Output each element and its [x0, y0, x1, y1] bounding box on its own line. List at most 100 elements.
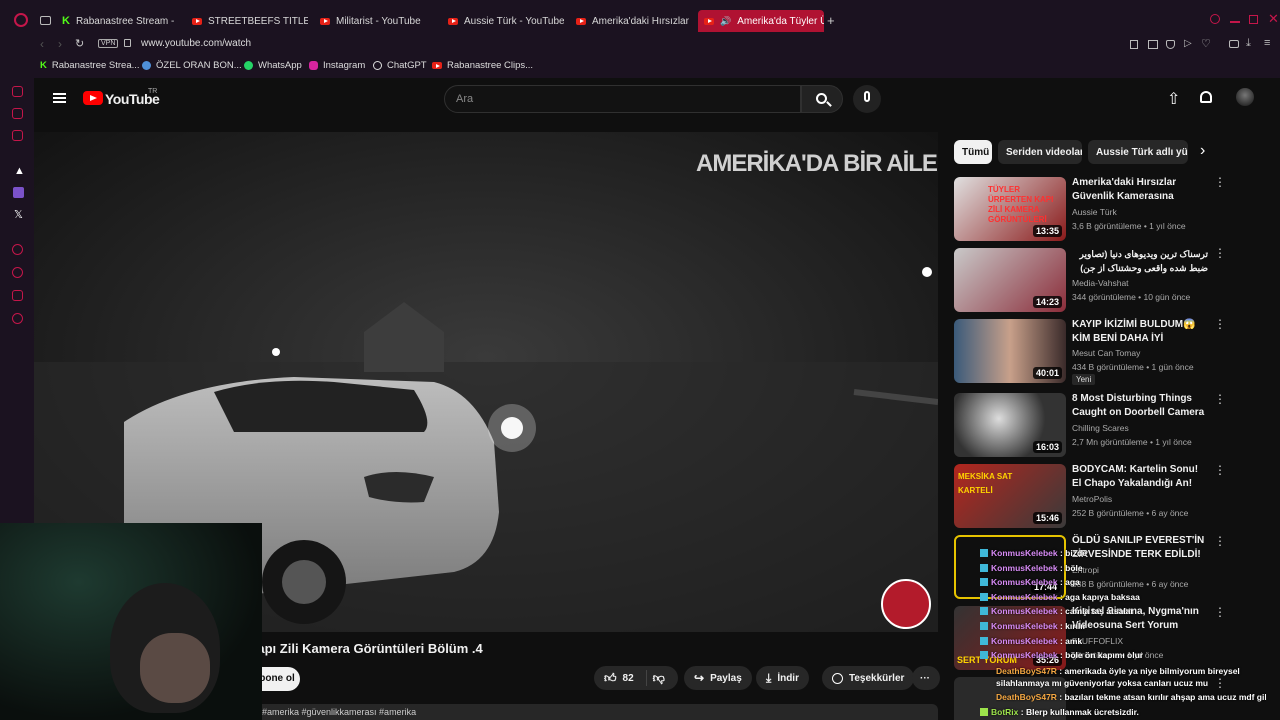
avatar[interactable]: [1236, 88, 1254, 106]
rec-channel[interactable]: Chilling Scares: [1072, 423, 1129, 433]
tab-2[interactable]: STREETBEEFS TITLE MA: [192, 10, 308, 32]
play-icon[interactable]: ▷: [1184, 38, 1192, 49]
tab-1[interactable]: K Rabanastree Stream - We: [62, 10, 176, 32]
more-actions-button[interactable]: ···: [912, 666, 940, 690]
twitch-icon[interactable]: [13, 187, 24, 198]
youtube-logo-icon[interactable]: [83, 91, 103, 105]
kick-icon: K: [40, 60, 47, 71]
chip-series[interactable]: Seriden videolar: [998, 140, 1082, 164]
more-vert-icon[interactable]: ⋮: [1214, 247, 1226, 259]
chevron-right-icon[interactable]: ›: [1200, 142, 1205, 160]
rec-channel[interactable]: Aussie Türk: [1072, 207, 1117, 217]
thumbs-up-icon[interactable]: 👍︎: [604, 671, 617, 686]
rec-channel[interactable]: Mesut Can Tomay: [1072, 348, 1140, 358]
rec-title[interactable]: 8 Most Disturbing Things Caught on Doorb…: [1072, 392, 1208, 420]
maximize-icon[interactable]: [1249, 15, 1258, 24]
chip-uploads[interactable]: Aussie Türk adlı yükle: [1088, 140, 1188, 164]
thanks-label: Teşekkürler: [849, 672, 905, 684]
bookmark-rabanastree-stream[interactable]: K Rabanastree Strea...: [40, 60, 140, 71]
rec-thumbnail[interactable]: 40:01: [954, 319, 1066, 383]
tab-overview-icon[interactable]: [40, 16, 51, 25]
like-count[interactable]: 82: [623, 673, 634, 684]
player-icon[interactable]: [12, 244, 23, 255]
menu-icon[interactable]: ≡: [1264, 37, 1270, 49]
back-icon[interactable]: ‹: [40, 37, 44, 51]
voice-search-button[interactable]: [853, 85, 881, 113]
snapshot-icon[interactable]: [1148, 40, 1158, 49]
more-vert-icon[interactable]: ⋮: [1214, 535, 1226, 547]
thumb-text: MEKSİKA SAT KARTELİ: [958, 472, 1013, 495]
rec-thumbnail[interactable]: TÜYLER ÜRPERTEN KAPI ZİLİ KAMERA GÖRÜNTÜ…: [954, 177, 1066, 241]
description-box[interactable]: #amerika #güvenlikkamerası #amerika: [248, 704, 938, 720]
youtube-header: YouTube TR Ara ⇧: [34, 78, 1280, 120]
upload-icon[interactable]: ⇧: [1167, 89, 1180, 109]
download-button[interactable]: ⤓ İndir: [756, 666, 809, 690]
reload-icon[interactable]: ↻: [75, 37, 84, 50]
chat-message: KonmusKelebek : kırılır: [980, 621, 1086, 631]
close-window-icon[interactable]: ✕: [1268, 11, 1279, 27]
minimize-icon[interactable]: [1230, 21, 1240, 23]
messenger-icon[interactable]: [12, 108, 23, 119]
rec-title[interactable]: BODYCAM: Kartelin Sonu! El Chapo Yakalan…: [1072, 463, 1208, 491]
hashtags[interactable]: #amerika #güvenlikkamerası #amerika: [262, 707, 416, 717]
chip-all[interactable]: Tümü: [954, 140, 992, 164]
rec-title[interactable]: ÖLDÜ SANILIP EVEREST'İN ZİRVESİNDE TERK …: [1072, 534, 1208, 562]
rec-title[interactable]: Amerika'daki Hırsızlar Güvenlik Kamerası…: [1072, 176, 1208, 204]
rec-meta: 344 görüntüleme • 10 gün önce: [1072, 292, 1191, 302]
more-vert-icon[interactable]: ⋮: [1214, 464, 1226, 476]
bookmark-instagram[interactable]: Instagram: [309, 60, 365, 71]
search-button[interactable]: [801, 85, 843, 113]
rec-title[interactable]: ترسناک ترین ویدیوهای دنیا (تصاویر ضبط شد…: [1072, 247, 1208, 275]
thumbs-down-icon[interactable]: 👎︎: [653, 671, 665, 686]
rec-channel[interactable]: MetroPolis: [1072, 494, 1112, 504]
bookmark-chatgpt[interactable]: ChatGPT: [373, 60, 427, 71]
forward-icon[interactable]: ›: [58, 37, 62, 51]
more-vert-icon[interactable]: ⋮: [1214, 176, 1226, 188]
search-tabs-icon[interactable]: [1210, 14, 1220, 24]
hamburger-menu-icon[interactable]: [53, 93, 66, 95]
app-icon[interactable]: ▲: [14, 165, 25, 177]
bookmark-icon[interactable]: [1130, 40, 1138, 49]
speaker-icon: 🔊: [720, 15, 732, 26]
bookmark-rabanastree-clips[interactable]: Rabanastree Clips...: [432, 60, 533, 71]
settings-icon[interactable]: [12, 313, 23, 324]
more-vert-icon[interactable]: ⋮: [1214, 393, 1226, 405]
search-input[interactable]: Ara: [444, 85, 801, 113]
download-icon[interactable]: ⤓: [1246, 37, 1251, 50]
clock-icon[interactable]: [12, 267, 23, 278]
wallet-icon[interactable]: [1229, 40, 1239, 48]
lock-icon: [124, 39, 131, 47]
more-vert-icon[interactable]: ⋮: [1214, 318, 1226, 330]
extensions-icon[interactable]: [12, 290, 23, 301]
address-bar-row: ‹ › ↻ VPN www.youtube.com/watch ▷ ♡ ⤓ ≡: [0, 34, 1280, 56]
opera-logo-icon[interactable]: [14, 13, 28, 27]
music-icon[interactable]: [12, 130, 23, 141]
tab-5[interactable]: Amerika'daki Hırsızlar Gü: [576, 10, 690, 32]
x-twitter-icon[interactable]: 𝕏: [14, 208, 23, 221]
share-button[interactable]: ↪ Paylaş: [684, 666, 752, 690]
site-icon: [142, 61, 151, 70]
url-field[interactable]: www.youtube.com/watch: [141, 38, 251, 49]
new-tab-icon[interactable]: +: [827, 13, 835, 28]
aria-icon[interactable]: [12, 86, 23, 97]
bookmark-whatsapp[interactable]: WhatsApp: [244, 60, 302, 71]
thanks-button[interactable]: Teşekkürler: [822, 666, 915, 690]
more-vert-icon[interactable]: ⋮: [1214, 606, 1226, 618]
notifications-bell-icon[interactable]: [1200, 91, 1212, 103]
tab-3[interactable]: Militarist - YouTube: [320, 10, 436, 32]
vpn-badge[interactable]: VPN: [98, 39, 119, 48]
duration-badge: 14:23: [1032, 296, 1062, 308]
bookmark-ozel-oran[interactable]: ÖZEL ORAN BON...: [142, 60, 242, 71]
rec-thumbnail[interactable]: MEKSİKA SAT KARTELİ 15:46: [954, 464, 1066, 528]
heart-icon[interactable]: ♡: [1201, 37, 1211, 50]
video-title: Kapı Zili Kamera Görüntüleri Bölüm .4: [248, 641, 483, 656]
tab-6-active[interactable]: 🔊 Amerika'da Tüyler Ürp: [698, 10, 824, 32]
bookmark-label: WhatsApp: [258, 60, 302, 71]
tab-4[interactable]: Aussie Türk - YouTube: [448, 10, 564, 32]
rec-channel[interactable]: Media-Vahshat: [1072, 278, 1129, 288]
rec-title[interactable]: KAYIP İKİZİMİ BULDUM😱 KİM BENİ DAHA İYİ …: [1072, 318, 1208, 346]
rec-thumbnail[interactable]: 14:23: [954, 248, 1066, 312]
shield-icon[interactable]: [1166, 40, 1175, 49]
rec-thumbnail[interactable]: 16:03: [954, 393, 1066, 457]
tab-label: STREETBEEFS TITLE MA: [208, 15, 308, 27]
